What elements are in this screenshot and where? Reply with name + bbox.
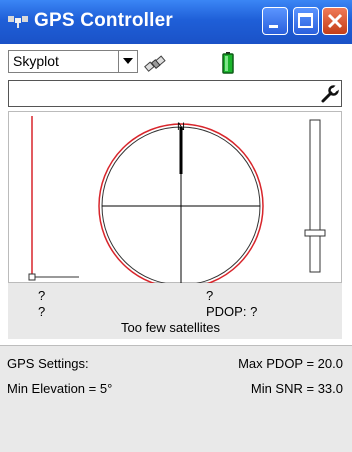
window-title: GPS Controller xyxy=(34,10,173,31)
battery-icon xyxy=(222,52,234,74)
minimize-icon xyxy=(269,25,278,28)
gps-app-icon xyxy=(8,16,28,28)
satellite-icon[interactable] xyxy=(144,55,168,75)
skyplot-canvas: N xyxy=(28,116,326,289)
signal-slider-thumb[interactable] xyxy=(304,229,326,237)
skyplot-panel: N xyxy=(8,111,342,289)
info-left-line1: ? xyxy=(38,288,46,303)
maximize-button[interactable] xyxy=(293,7,319,35)
fix-info-panel: ? ? ? PDOP: ? Too few satellites xyxy=(8,283,342,339)
wrench-icon[interactable] xyxy=(320,84,340,104)
close-icon xyxy=(327,13,343,29)
min-elevation-setting: Min Elevation = 5° xyxy=(7,381,113,396)
status-input[interactable] xyxy=(8,80,342,107)
info-mid-line1: ? xyxy=(206,288,214,303)
title-bar: GPS Controller xyxy=(0,0,352,44)
gps-settings-panel: GPS Settings: Max PDOP = 20.0 Min Elevat… xyxy=(0,345,352,452)
close-button[interactable] xyxy=(322,7,348,35)
pdop-value: PDOP: ? xyxy=(206,304,258,319)
info-left-line2: ? xyxy=(38,304,46,319)
settings-heading: GPS Settings: xyxy=(7,356,89,371)
view-select[interactable]: Skyplot xyxy=(8,50,138,73)
minimize-button[interactable] xyxy=(262,7,288,35)
view-select-value: Skyplot xyxy=(13,53,59,69)
maximize-icon xyxy=(298,13,313,28)
fix-status: Too few satellites xyxy=(121,320,220,335)
dropdown-button[interactable] xyxy=(118,51,137,72)
north-label: N xyxy=(177,121,185,133)
signal-bar-track xyxy=(309,119,321,273)
min-snr-setting: Min SNR = 33.0 xyxy=(250,381,343,396)
max-pdop-setting: Max PDOP = 20.0 xyxy=(238,356,343,371)
axis-origin-marker xyxy=(28,273,36,281)
chevron-down-icon xyxy=(123,58,133,64)
